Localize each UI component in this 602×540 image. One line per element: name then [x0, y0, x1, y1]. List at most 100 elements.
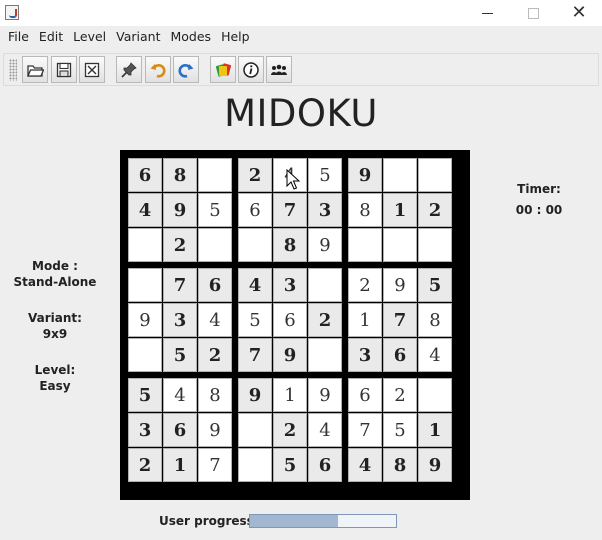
sudoku-cell[interactable]: 2	[273, 413, 307, 447]
sudoku-cell[interactable]: 4	[308, 413, 342, 447]
sudoku-cell[interactable]: 8	[163, 158, 197, 192]
sudoku-cell[interactable]: 3	[273, 268, 307, 302]
sudoku-cell[interactable]	[238, 448, 272, 482]
sudoku-cell[interactable]: 6	[163, 413, 197, 447]
sudoku-cell[interactable]: 3	[308, 193, 342, 227]
sudoku-cell[interactable]: 9	[383, 268, 417, 302]
sudoku-cell[interactable]	[238, 413, 272, 447]
menu-file[interactable]: File	[3, 26, 34, 47]
sudoku-cell[interactable]	[348, 228, 382, 262]
menu-edit[interactable]: Edit	[34, 26, 68, 47]
sudoku-board: 6824594956738122897643295934562178527936…	[120, 150, 470, 500]
sudoku-cell[interactable]: 1	[163, 448, 197, 482]
sudoku-cell[interactable]: 6	[128, 158, 162, 192]
sudoku-cell[interactable]: 5	[273, 448, 307, 482]
sudoku-cell[interactable]	[128, 268, 162, 302]
sudoku-cell[interactable]: 5	[163, 338, 197, 372]
sudoku-cell[interactable]: 6	[273, 303, 307, 337]
sudoku-cell[interactable]: 5	[238, 303, 272, 337]
cards-button[interactable]	[210, 56, 236, 83]
sudoku-cell[interactable]: 5	[198, 193, 232, 227]
sudoku-cell[interactable]: 3	[163, 303, 197, 337]
sudoku-cell[interactable]: 9	[128, 303, 162, 337]
sudoku-cell[interactable]: 9	[418, 448, 452, 482]
close-window-button[interactable]: ✕	[556, 0, 602, 26]
sudoku-cell[interactable]: 4	[198, 303, 232, 337]
sudoku-cell[interactable]: 1	[383, 193, 417, 227]
sudoku-cell[interactable]: 7	[273, 193, 307, 227]
minimize-button[interactable]	[464, 0, 510, 26]
sudoku-cell[interactable]	[198, 228, 232, 262]
sudoku-cell[interactable]	[128, 338, 162, 372]
sudoku-cell[interactable]: 6	[308, 448, 342, 482]
sudoku-cell[interactable]	[418, 228, 452, 262]
sudoku-cell[interactable]: 1	[348, 303, 382, 337]
sudoku-cell[interactable]: 4	[238, 268, 272, 302]
sudoku-cell[interactable]: 4	[128, 193, 162, 227]
sudoku-cell[interactable]: 9	[163, 193, 197, 227]
close-game-button[interactable]	[79, 56, 105, 83]
sudoku-cell[interactable]: 5	[418, 268, 452, 302]
sudoku-cell[interactable]: 4	[418, 338, 452, 372]
undo-button[interactable]	[145, 56, 171, 83]
toolbar-grip[interactable]	[9, 59, 17, 81]
sudoku-cell[interactable]: 9	[308, 378, 342, 412]
menu-modes[interactable]: Modes	[165, 26, 216, 47]
sudoku-cell[interactable]: 3	[348, 338, 382, 372]
sudoku-cell[interactable]: 7	[348, 413, 382, 447]
open-button[interactable]	[22, 56, 48, 83]
menu-variant[interactable]: Variant	[111, 26, 165, 47]
sudoku-cell[interactable]	[383, 158, 417, 192]
sudoku-cell[interactable]: 8	[348, 193, 382, 227]
sudoku-cell[interactable]: 4	[163, 378, 197, 412]
sudoku-cell[interactable]: 8	[273, 228, 307, 262]
sudoku-cell[interactable]	[308, 268, 342, 302]
sudoku-cell[interactable]	[198, 158, 232, 192]
sudoku-cell[interactable]: 2	[418, 193, 452, 227]
sudoku-cell[interactable]: 1	[273, 378, 307, 412]
sudoku-cell[interactable]: 9	[273, 338, 307, 372]
maximize-button[interactable]	[510, 0, 556, 26]
sudoku-cell[interactable]: 4	[348, 448, 382, 482]
sudoku-cell[interactable]: 6	[238, 193, 272, 227]
sudoku-cell[interactable]: 2	[238, 158, 272, 192]
sudoku-cell[interactable]: 2	[308, 303, 342, 337]
sudoku-cell[interactable]: 6	[383, 338, 417, 372]
sudoku-cell[interactable]	[418, 378, 452, 412]
sudoku-cell[interactable]: 8	[418, 303, 452, 337]
menu-level[interactable]: Level	[68, 26, 111, 47]
sudoku-cell[interactable]: 6	[198, 268, 232, 302]
redo-button[interactable]	[173, 56, 199, 83]
sudoku-cell[interactable]: 9	[348, 158, 382, 192]
players-button[interactable]	[266, 56, 292, 83]
sudoku-cell[interactable]: 2	[163, 228, 197, 262]
sudoku-cell[interactable]: 7	[383, 303, 417, 337]
save-button[interactable]	[51, 56, 77, 83]
sudoku-cell[interactable]	[383, 228, 417, 262]
sudoku-cell[interactable]: 8	[383, 448, 417, 482]
menu-help[interactable]: Help	[216, 26, 255, 47]
sudoku-cell[interactable]: 8	[198, 378, 232, 412]
sudoku-cell[interactable]: 3	[128, 413, 162, 447]
sudoku-cell[interactable]: 9	[308, 228, 342, 262]
sudoku-cell[interactable]: 2	[348, 268, 382, 302]
sudoku-cell[interactable]: 7	[238, 338, 272, 372]
sudoku-cell[interactable]: 7	[198, 448, 232, 482]
sudoku-cell[interactable]	[308, 338, 342, 372]
hint-button[interactable]	[116, 56, 142, 83]
sudoku-cell[interactable]: 5	[383, 413, 417, 447]
sudoku-cell[interactable]: 6	[348, 378, 382, 412]
sudoku-cell[interactable]	[418, 158, 452, 192]
sudoku-cell[interactable]: 9	[198, 413, 232, 447]
sudoku-cell[interactable]: 2	[383, 378, 417, 412]
about-button[interactable]	[238, 56, 264, 83]
sudoku-cell[interactable]: 2	[198, 338, 232, 372]
sudoku-cell[interactable]: 2	[128, 448, 162, 482]
sudoku-cell[interactable]: 9	[238, 378, 272, 412]
sudoku-cell[interactable]: 5	[308, 158, 342, 192]
sudoku-cell[interactable]	[128, 228, 162, 262]
sudoku-cell[interactable]: 5	[128, 378, 162, 412]
sudoku-cell[interactable]: 1	[418, 413, 452, 447]
sudoku-cell[interactable]: 7	[163, 268, 197, 302]
sudoku-cell[interactable]	[238, 228, 272, 262]
